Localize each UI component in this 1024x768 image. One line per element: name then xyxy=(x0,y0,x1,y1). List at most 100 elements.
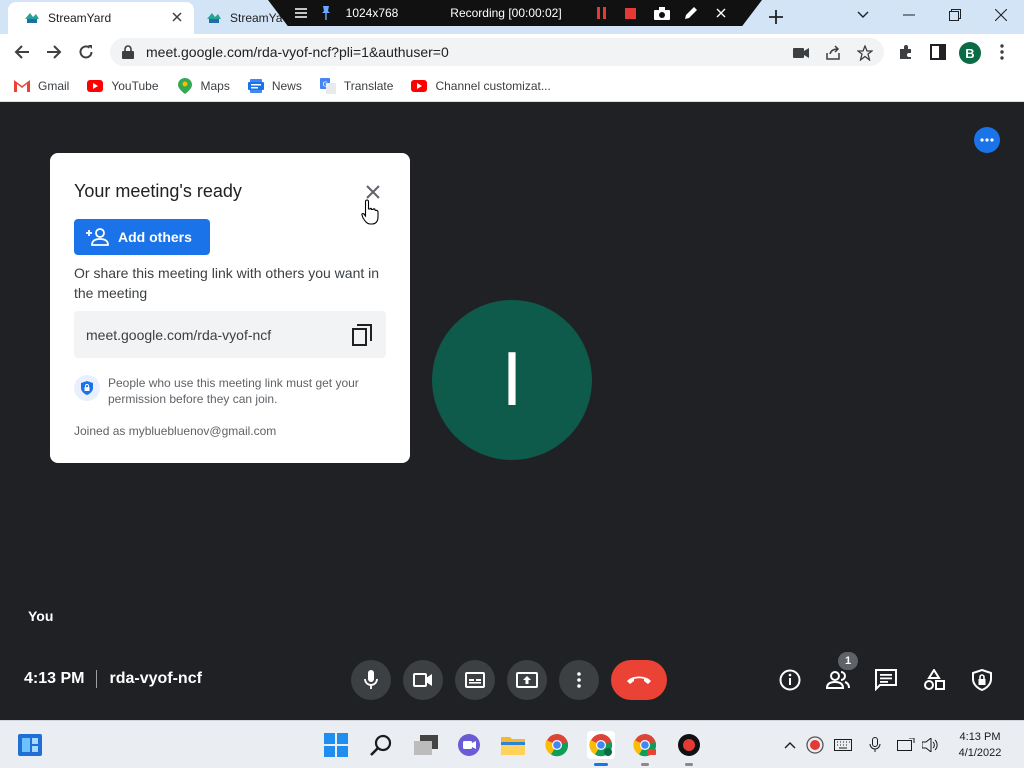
participant-count-badge: 1 xyxy=(838,652,858,670)
task-view-icon[interactable] xyxy=(412,731,440,759)
close-window-button[interactable] xyxy=(978,0,1024,30)
microphone-button[interactable] xyxy=(351,660,391,700)
active-app-indicator xyxy=(594,763,608,766)
widgets-icon[interactable] xyxy=(16,731,44,759)
end-call-button[interactable] xyxy=(611,660,667,700)
start-icon[interactable] xyxy=(322,731,350,759)
bookmark-label: YouTube xyxy=(111,78,159,93)
menu-icon[interactable] xyxy=(292,3,310,23)
profile-avatar[interactable]: B xyxy=(959,42,981,64)
recorder-status: Recording [00:00:02] xyxy=(450,6,562,20)
activities-icon[interactable] xyxy=(922,668,946,692)
stop-icon[interactable] xyxy=(622,3,638,23)
system-clock[interactable]: 4:13 PM 4/1/2022 xyxy=(948,729,1012,761)
system-time: 4:13 PM xyxy=(959,731,1001,743)
file-explorer-icon[interactable] xyxy=(499,731,527,759)
bookmark-channel-customization[interactable]: Channel customizat... xyxy=(411,78,551,94)
bookmark-youtube[interactable]: YouTube xyxy=(87,78,159,94)
reload-button[interactable] xyxy=(72,38,100,66)
tab-streamyard-1[interactable]: StreamYard xyxy=(8,2,194,34)
chrome-guest-icon[interactable] xyxy=(631,731,659,759)
meeting-link-box: meet.google.com/rda-vyof-ncf xyxy=(74,311,386,358)
bookmark-label: Maps xyxy=(200,78,230,93)
address-bar[interactable]: meet.google.com/rda-vyof-ncf?pli=1&authu… xyxy=(110,38,884,66)
news-icon xyxy=(247,78,264,94)
chat-app-icon[interactable] xyxy=(455,731,483,759)
video-camera-icon xyxy=(413,673,432,687)
restore-button[interactable] xyxy=(932,0,978,30)
camera-permission-icon[interactable] xyxy=(792,44,810,62)
screen-recorder-icon[interactable] xyxy=(675,731,703,759)
recorder-resolution: 1024x768 xyxy=(345,6,399,20)
volume-icon[interactable] xyxy=(921,735,941,755)
extensions-icon[interactable] xyxy=(896,42,916,62)
host-controls-icon[interactable] xyxy=(970,668,994,692)
meeting-info-icon[interactable] xyxy=(778,668,802,692)
screen-recorder-bar: 1024x768 Recording [00:00:02] xyxy=(268,0,762,26)
svg-text:G: G xyxy=(322,80,327,88)
camera-button[interactable] xyxy=(403,660,443,700)
tab-search-icon[interactable] xyxy=(840,0,886,30)
translate-icon: G xyxy=(319,77,336,94)
bookmark-translate[interactable]: G Translate xyxy=(319,77,394,94)
add-others-label: Add others xyxy=(118,229,192,245)
microphone-tray-icon[interactable] xyxy=(865,735,885,755)
close-recorder-icon[interactable] xyxy=(712,3,730,23)
browser-toolbar: meet.google.com/rda-vyof-ncf?pli=1&authu… xyxy=(0,34,1024,70)
captions-icon xyxy=(465,672,485,688)
new-tab-button[interactable] xyxy=(762,4,790,30)
keyboard-icon[interactable] xyxy=(833,735,853,755)
share-instructions: Or share this meeting link with others y… xyxy=(74,265,380,301)
bookmark-star-icon[interactable] xyxy=(856,44,874,62)
hand-cursor-icon xyxy=(361,199,379,225)
bookmark-label: Gmail xyxy=(38,78,70,93)
pause-icon[interactable] xyxy=(594,3,610,23)
participant-avatar: I xyxy=(432,300,592,460)
forward-button[interactable] xyxy=(40,38,68,66)
running-app-indicator xyxy=(685,763,693,766)
camera-icon[interactable] xyxy=(653,3,671,23)
bookmark-label: Translate xyxy=(343,78,394,93)
chat-icon[interactable] xyxy=(874,668,898,692)
streamyard-icon xyxy=(24,10,40,26)
joined-as-text: Joined as mybluebluenov@gmail.com xyxy=(74,424,277,438)
bookmark-news[interactable]: News xyxy=(247,78,302,94)
recording-tray-icon[interactable] xyxy=(805,735,825,755)
search-icon[interactable] xyxy=(367,731,395,759)
back-button[interactable] xyxy=(8,38,36,66)
browser-menu-icon[interactable] xyxy=(992,42,1012,62)
pin-icon[interactable] xyxy=(318,3,334,23)
youtube-icon xyxy=(411,78,428,94)
hang-up-icon xyxy=(627,676,651,684)
present-screen-button[interactable] xyxy=(507,660,547,700)
lock-icon[interactable] xyxy=(122,45,136,59)
bookmark-gmail[interactable]: Gmail xyxy=(14,78,69,94)
more-options-button[interactable] xyxy=(559,660,599,700)
copy-icon[interactable] xyxy=(350,323,374,347)
shield-lock-icon xyxy=(74,375,100,401)
dialog-title: Your meeting's ready xyxy=(74,181,242,201)
tab-streamyard-2[interactable]: StreamYa xyxy=(194,2,282,34)
url-text: meet.google.com/rda-vyof-ncf?pli=1&authu… xyxy=(146,44,449,60)
side-panel-icon[interactable] xyxy=(928,42,948,62)
more-options-icon[interactable] xyxy=(974,127,1000,153)
show-hidden-icons-icon[interactable] xyxy=(780,735,800,755)
permission-note: People who use this meeting link must ge… xyxy=(108,376,359,406)
bookmark-maps[interactable]: Maps xyxy=(177,77,230,94)
streamyard-icon xyxy=(206,10,222,26)
captions-button[interactable] xyxy=(455,660,495,700)
tab-close-icon[interactable] xyxy=(170,10,184,24)
meeting-code: rda-vyof-ncf xyxy=(109,670,202,687)
chrome-profile-icon[interactable] xyxy=(587,731,615,759)
add-others-button[interactable]: Add others xyxy=(74,219,210,255)
share-icon[interactable] xyxy=(824,44,842,62)
tab-title: StreamYard xyxy=(48,11,112,25)
tab-title: StreamYa xyxy=(230,11,283,25)
meeting-link[interactable]: meet.google.com/rda-vyof-ncf xyxy=(86,327,271,343)
chrome-icon[interactable] xyxy=(543,731,571,759)
people-icon[interactable] xyxy=(826,668,850,692)
minimize-button[interactable] xyxy=(886,0,932,30)
present-icon xyxy=(516,672,538,688)
network-icon[interactable] xyxy=(896,735,916,755)
pencil-icon[interactable] xyxy=(682,3,700,23)
